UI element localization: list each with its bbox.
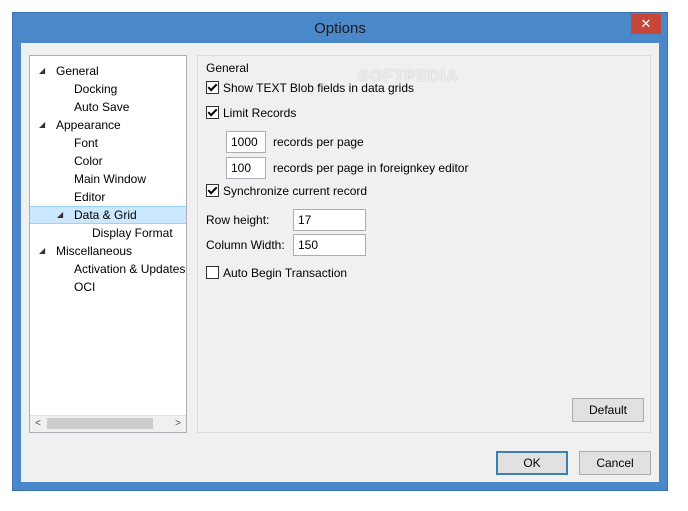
window-title: Options — [314, 20, 366, 37]
scroll-left-icon[interactable]: < — [30, 416, 46, 432]
tree-item[interactable]: Display Format — [30, 224, 186, 242]
tree-item[interactable]: Main Window — [30, 170, 186, 188]
default-button[interactable]: Default — [572, 398, 644, 422]
tree-item[interactable]: Font — [30, 134, 186, 152]
expand-arrow-icon[interactable]: ◢ — [39, 116, 45, 134]
row-height-label: Row height: — [206, 213, 270, 227]
tree-item-label: Auto Save — [74, 100, 130, 114]
expand-arrow-icon[interactable]: ◢ — [39, 62, 45, 80]
tree-item-label: Font — [74, 136, 99, 150]
tree-item-label: Data & Grid — [74, 208, 137, 222]
group-title: General — [206, 61, 249, 75]
tree-item[interactable]: ◢ General — [30, 62, 186, 80]
tree-item[interactable]: OCI — [30, 278, 186, 296]
expand-arrow-icon[interactable]: ◢ — [57, 207, 63, 223]
show-text-blob-checkbox[interactable]: Show TEXT Blob fields in data grids — [206, 80, 414, 96]
row-height-input[interactable]: 17 — [293, 209, 366, 231]
column-width-label: Column Width: — [206, 238, 285, 252]
auto-begin-transaction-checkbox[interactable]: Auto Begin Transaction — [206, 265, 347, 281]
tree-item[interactable]: Editor — [30, 188, 186, 206]
tree-item[interactable]: ◢ Appearance — [30, 116, 186, 134]
tree-item-label: Main Window — [74, 172, 147, 186]
tree-item[interactable]: Docking — [30, 80, 186, 98]
ok-button[interactable]: OK — [496, 451, 568, 475]
tree-item[interactable]: Auto Save — [30, 98, 186, 116]
dialog-client-area: ◢ General Docking Auto Save ◢ Appearance Font C… — [21, 43, 659, 482]
tree-item-label: Editor — [74, 190, 106, 204]
tree-item-label: Display Format — [92, 226, 173, 240]
records-per-page-label: records per page — [273, 135, 364, 149]
tree-item[interactable]: Activation & Updates — [30, 260, 186, 278]
checkbox-checked-icon — [206, 106, 219, 119]
records-per-page-input[interactable]: 1000 — [226, 131, 266, 153]
scroll-right-icon[interactable]: > — [170, 416, 186, 432]
tree-item-label: Appearance — [56, 118, 121, 132]
synchronize-record-checkbox[interactable]: Synchronize current record — [206, 183, 367, 199]
tree-item-label: Activation & Updates — [74, 262, 186, 276]
close-icon[interactable]: ✕ — [631, 14, 661, 34]
tree-item[interactable]: ◢ Miscellaneous — [30, 242, 186, 260]
checkbox-checked-icon — [206, 184, 219, 197]
tree-item-label: General — [56, 64, 99, 78]
settings-panel: General SOFTPEDIA Show TEXT Blob fields … — [197, 55, 651, 433]
options-tree[interactable]: ◢ General Docking Auto Save ◢ Appearance Font C… — [29, 55, 187, 433]
expand-arrow-icon[interactable]: ◢ — [39, 242, 45, 260]
tree-item[interactable]: Color — [30, 152, 186, 170]
checkbox-unchecked-icon — [206, 266, 219, 279]
tree-item-label: OCI — [74, 280, 96, 294]
limit-records-checkbox[interactable]: Limit Records — [206, 105, 296, 121]
cancel-button[interactable]: Cancel — [579, 451, 651, 475]
records-per-page-fk-label: records per page in foreignkey editor — [273, 161, 469, 175]
records-per-page-fk-input[interactable]: 100 — [226, 157, 266, 179]
tree-item-label: Miscellaneous — [56, 244, 133, 258]
title-bar[interactable]: Options ✕ — [13, 13, 667, 43]
scroll-thumb[interactable] — [47, 418, 153, 429]
tree-item[interactable]: ◢ Data & Grid — [30, 206, 186, 224]
checkbox-checked-icon — [206, 81, 219, 94]
options-window: Options ✕ ◢ General Docking Auto Save ◢ Appea… — [12, 12, 668, 491]
tree-horizontal-scrollbar[interactable]: < > — [30, 415, 186, 432]
tree-item-label: Color — [74, 154, 103, 168]
tree-item-label: Docking — [74, 82, 118, 96]
column-width-input[interactable]: 150 — [293, 234, 366, 256]
